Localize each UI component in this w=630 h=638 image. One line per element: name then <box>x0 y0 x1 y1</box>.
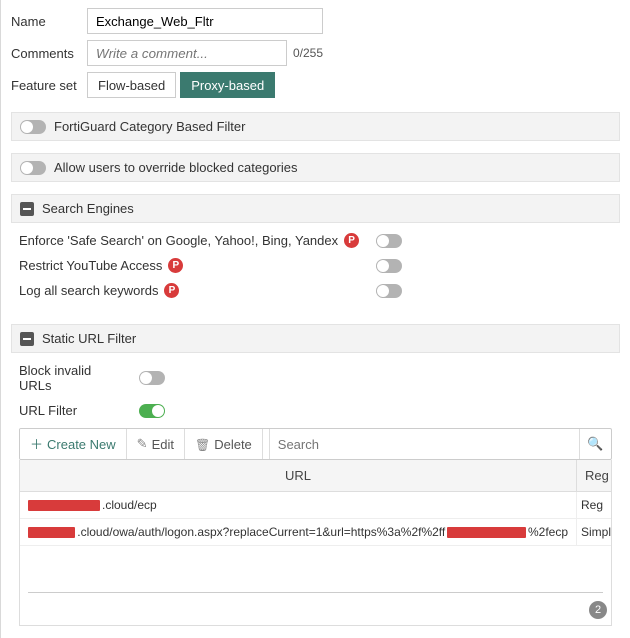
edit-label: Edit <box>152 437 174 452</box>
edit-button[interactable]: Edit <box>127 429 185 459</box>
type-column-header[interactable]: Reg <box>577 460 611 491</box>
trash-icon <box>195 437 210 452</box>
create-new-button[interactable]: Create New <box>20 429 127 459</box>
search-input[interactable] <box>270 430 579 458</box>
override-header: Allow users to override blocked categori… <box>54 160 298 175</box>
log-keywords-toggle[interactable] <box>376 284 402 298</box>
collapse-icon[interactable] <box>20 202 34 216</box>
url-cell: .cloud/owa/auth/logon.aspx?replaceCurren… <box>77 525 445 539</box>
url-column-header[interactable]: URL <box>20 460 577 491</box>
url-filter-toggle[interactable] <box>139 404 165 418</box>
search-icon <box>587 436 603 452</box>
url-cell: %2fecp <box>528 525 568 539</box>
type-cell: Simple <box>577 519 611 545</box>
comments-count: 0/255 <box>293 46 323 60</box>
feature-proxy-button[interactable]: Proxy-based <box>180 72 275 98</box>
feature-set-label: Feature set <box>11 78 87 93</box>
name-label: Name <box>11 14 87 29</box>
delete-button[interactable]: Delete <box>185 429 263 459</box>
pager-badge[interactable]: 2 <box>589 601 607 619</box>
table-row[interactable]: .cloud/owa/auth/logon.aspx?replaceCurren… <box>20 519 611 546</box>
fortiguard-header: FortiGuard Category Based Filter <box>54 119 245 134</box>
create-new-label: Create New <box>47 437 116 452</box>
collapse-icon[interactable] <box>20 332 34 346</box>
delete-label: Delete <box>214 437 252 452</box>
name-input[interactable] <box>87 8 323 34</box>
table-row[interactable]: .cloud/ecp Reg <box>20 492 611 519</box>
safe-search-toggle[interactable] <box>376 234 402 248</box>
feature-flow-button[interactable]: Flow-based <box>87 72 176 98</box>
plus-icon <box>30 437 43 452</box>
youtube-toggle[interactable] <box>376 259 402 273</box>
url-filter-label: URL Filter <box>19 403 119 418</box>
fortiguard-toggle[interactable] <box>20 120 46 134</box>
safe-search-label: Enforce 'Safe Search' on Google, Yahoo!,… <box>19 233 338 248</box>
redacted-text <box>28 527 75 538</box>
type-cell: Reg <box>577 492 611 518</box>
redacted-text <box>28 500 100 511</box>
comments-label: Comments <box>11 46 87 61</box>
youtube-label: Restrict YouTube Access <box>19 258 162 273</box>
redacted-text <box>447 527 526 538</box>
proxy-badge-icon: P <box>344 233 359 248</box>
log-keywords-label: Log all search keywords <box>19 283 158 298</box>
static-url-header: Static URL Filter <box>42 331 136 346</box>
proxy-badge-icon: P <box>164 283 179 298</box>
comments-input[interactable] <box>87 40 287 66</box>
search-engines-header: Search Engines <box>42 201 134 216</box>
override-toggle[interactable] <box>20 161 46 175</box>
block-invalid-toggle[interactable] <box>139 371 165 385</box>
search-button[interactable] <box>579 429 611 459</box>
proxy-badge-icon: P <box>168 258 183 273</box>
pencil-icon <box>137 436 148 452</box>
block-invalid-label: Block invalid URLs <box>19 363 119 393</box>
